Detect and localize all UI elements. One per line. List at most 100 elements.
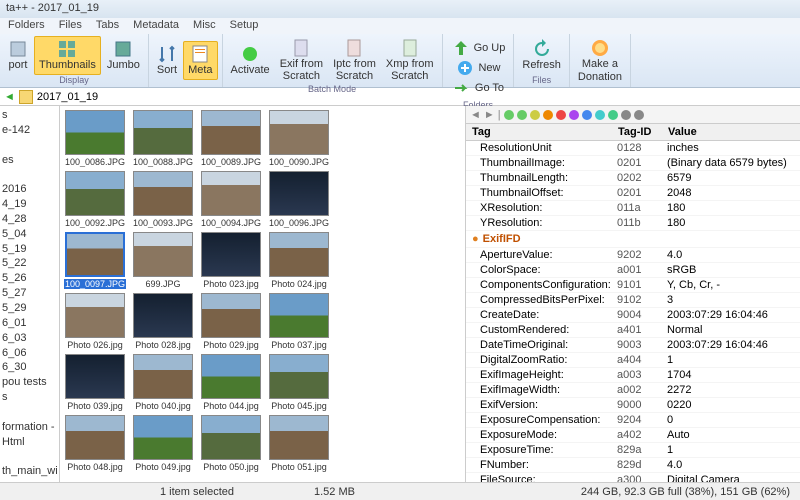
- thumbnail[interactable]: 100_0097.JPG: [64, 232, 126, 289]
- thumbnails-button[interactable]: Thumbnails: [34, 36, 101, 74]
- filter-dot[interactable]: [621, 110, 631, 120]
- tree-item[interactable]: s: [2, 108, 57, 123]
- meta-row[interactable]: YResolution:011b180: [466, 216, 800, 231]
- meta-toolbar[interactable]: ◄►|: [466, 106, 800, 124]
- tree-item[interactable]: [2, 449, 57, 464]
- jumbo-button[interactable]: Jumbo: [103, 37, 144, 73]
- meta-row[interactable]: ThumbnailOffset:02012048: [466, 186, 800, 201]
- filter-dot[interactable]: [582, 110, 592, 120]
- meta-row[interactable]: DigitalZoomRatio:a4041: [466, 353, 800, 368]
- meta-button[interactable]: Meta: [183, 41, 217, 79]
- meta-row[interactable]: ThumbnailImage:0201(Binary data 6579 byt…: [466, 156, 800, 171]
- meta-row[interactable]: CreateDate:90042003:07:29 16:04:46: [466, 308, 800, 323]
- tree-item[interactable]: [2, 479, 57, 482]
- filter-dot[interactable]: [517, 110, 527, 120]
- tree-item[interactable]: e-142: [2, 123, 57, 138]
- tree-item[interactable]: 5_22: [2, 256, 57, 271]
- tree-item[interactable]: th_main_window: [2, 464, 57, 479]
- tree-item[interactable]: formation - Altap Sal: [2, 420, 57, 435]
- thumbnail[interactable]: 699.JPG: [132, 232, 194, 289]
- tree-item[interactable]: pou tests: [2, 375, 57, 390]
- thumbnail[interactable]: 100_0094.JPG: [200, 171, 262, 228]
- tree-item[interactable]: 5_29: [2, 301, 57, 316]
- tree-item[interactable]: 5_27: [2, 286, 57, 301]
- thumbnail[interactable]: 100_0088.JPG: [132, 110, 194, 167]
- tree-item[interactable]: 2016: [2, 182, 57, 197]
- thumbnail[interactable]: Photo 024.jpg: [268, 232, 330, 289]
- report-button[interactable]: port: [4, 37, 32, 73]
- thumbnail[interactable]: Photo 048.jpg: [64, 415, 126, 472]
- meta-group[interactable]: ExifIFD: [466, 231, 800, 248]
- filter-dot[interactable]: [504, 110, 514, 120]
- tree-item[interactable]: 5_04: [2, 227, 57, 242]
- meta-row[interactable]: ThumbnailLength:02026579: [466, 171, 800, 186]
- tree-item[interactable]: [2, 167, 57, 182]
- meta-row[interactable]: DateTimeOriginal:90032003:07:29 16:04:46: [466, 338, 800, 353]
- meta-row[interactable]: CompressedBitsPerPixel:91023: [466, 293, 800, 308]
- menu-folders[interactable]: Folders: [8, 19, 45, 33]
- thumbnail[interactable]: Photo 039.jpg: [64, 354, 126, 411]
- donate-button[interactable]: Make a Donation: [574, 36, 626, 84]
- thumbnail[interactable]: 100_0089.JPG: [200, 110, 262, 167]
- thumbnail[interactable]: Photo 023.jpg: [200, 232, 262, 289]
- breadcrumb[interactable]: ◄ 2017_01_19: [0, 88, 800, 106]
- meta-row[interactable]: XResolution:011a180: [466, 201, 800, 216]
- thumbnail[interactable]: Photo 051.jpg: [268, 415, 330, 472]
- thumbnail[interactable]: 100_0092.JPG: [64, 171, 126, 228]
- tree-item[interactable]: 5_26: [2, 271, 57, 286]
- meta-row[interactable]: ComponentsConfiguration:9101Y, Cb, Cr, -: [466, 278, 800, 293]
- thumbnail[interactable]: Photo 028.jpg: [132, 293, 194, 350]
- meta-row[interactable]: ApertureValue:92024.0: [466, 248, 800, 263]
- menu-misc[interactable]: Misc: [193, 19, 216, 33]
- filter-dot[interactable]: [556, 110, 566, 120]
- activate-button[interactable]: Activate: [227, 42, 274, 78]
- thumbnail[interactable]: Photo 050.jpg: [200, 415, 262, 472]
- meta-row[interactable]: ExposureTime:829a1: [466, 443, 800, 458]
- filter-dot[interactable]: [634, 110, 644, 120]
- thumbnail[interactable]: Photo 040.jpg: [132, 354, 194, 411]
- menu-tabs[interactable]: Tabs: [96, 19, 119, 33]
- filter-dot[interactable]: [569, 110, 579, 120]
- meta-row[interactable]: FileSource:a300Digital Camera: [466, 473, 800, 482]
- thumbnail[interactable]: Photo 049.jpg: [132, 415, 194, 472]
- tree-item[interactable]: s: [2, 390, 57, 405]
- tree-item[interactable]: es: [2, 153, 57, 168]
- folder-tree[interactable]: se-142 es 20164_194_285_045_195_225_265_…: [0, 106, 60, 482]
- tree-item[interactable]: 5_19: [2, 242, 57, 257]
- meta-row[interactable]: ExifVersion:90000220: [466, 398, 800, 413]
- thumbnail-grid[interactable]: 100_0086.JPG100_0088.JPG100_0089.JPG100_…: [60, 106, 465, 482]
- meta-row[interactable]: CustomRendered:a401Normal: [466, 323, 800, 338]
- filter-dot[interactable]: [530, 110, 540, 120]
- tree-item[interactable]: 4_19: [2, 197, 57, 212]
- meta-row[interactable]: ResolutionUnit0128inches: [466, 141, 800, 156]
- filter-dot[interactable]: [543, 110, 553, 120]
- meta-row[interactable]: ExifImageWidth:a0022272: [466, 383, 800, 398]
- thumbnail[interactable]: Photo 044.jpg: [200, 354, 262, 411]
- thumbnail[interactable]: 100_0086.JPG: [64, 110, 126, 167]
- menu-files[interactable]: Files: [59, 19, 82, 33]
- tree-item[interactable]: Html: [2, 435, 57, 450]
- thumbnail[interactable]: 100_0093.JPG: [132, 171, 194, 228]
- tree-item[interactable]: 4_28: [2, 212, 57, 227]
- thumbnail[interactable]: 100_0096.JPG: [268, 171, 330, 228]
- tree-item[interactable]: [2, 405, 57, 420]
- thumbnail[interactable]: 100_0090.JPG: [268, 110, 330, 167]
- tree-item[interactable]: 6_06: [2, 346, 57, 361]
- thumbnail[interactable]: Photo 045.jpg: [268, 354, 330, 411]
- tree-item[interactable]: 6_30: [2, 360, 57, 375]
- refresh-button[interactable]: Refresh: [518, 37, 565, 73]
- meta-body[interactable]: ResolutionUnit0128inchesThumbnailImage:0…: [466, 141, 800, 482]
- iptc-scratch-button[interactable]: Iptc from Scratch: [329, 36, 380, 84]
- tree-item[interactable]: 6_03: [2, 331, 57, 346]
- meta-row[interactable]: ExposureCompensation:92040: [466, 413, 800, 428]
- thumbnail[interactable]: Photo 026.jpg: [64, 293, 126, 350]
- back-icon[interactable]: ◄: [4, 91, 15, 103]
- filter-dot[interactable]: [608, 110, 618, 120]
- goto-button[interactable]: Go To: [448, 76, 508, 100]
- xmp-scratch-button[interactable]: Xmp from Scratch: [382, 36, 438, 84]
- filter-dot[interactable]: [595, 110, 605, 120]
- tree-item[interactable]: [2, 138, 57, 153]
- tree-item[interactable]: 6_01: [2, 316, 57, 331]
- sort-button[interactable]: Sort: [153, 42, 181, 78]
- menu-metadata[interactable]: Metadata: [133, 19, 179, 33]
